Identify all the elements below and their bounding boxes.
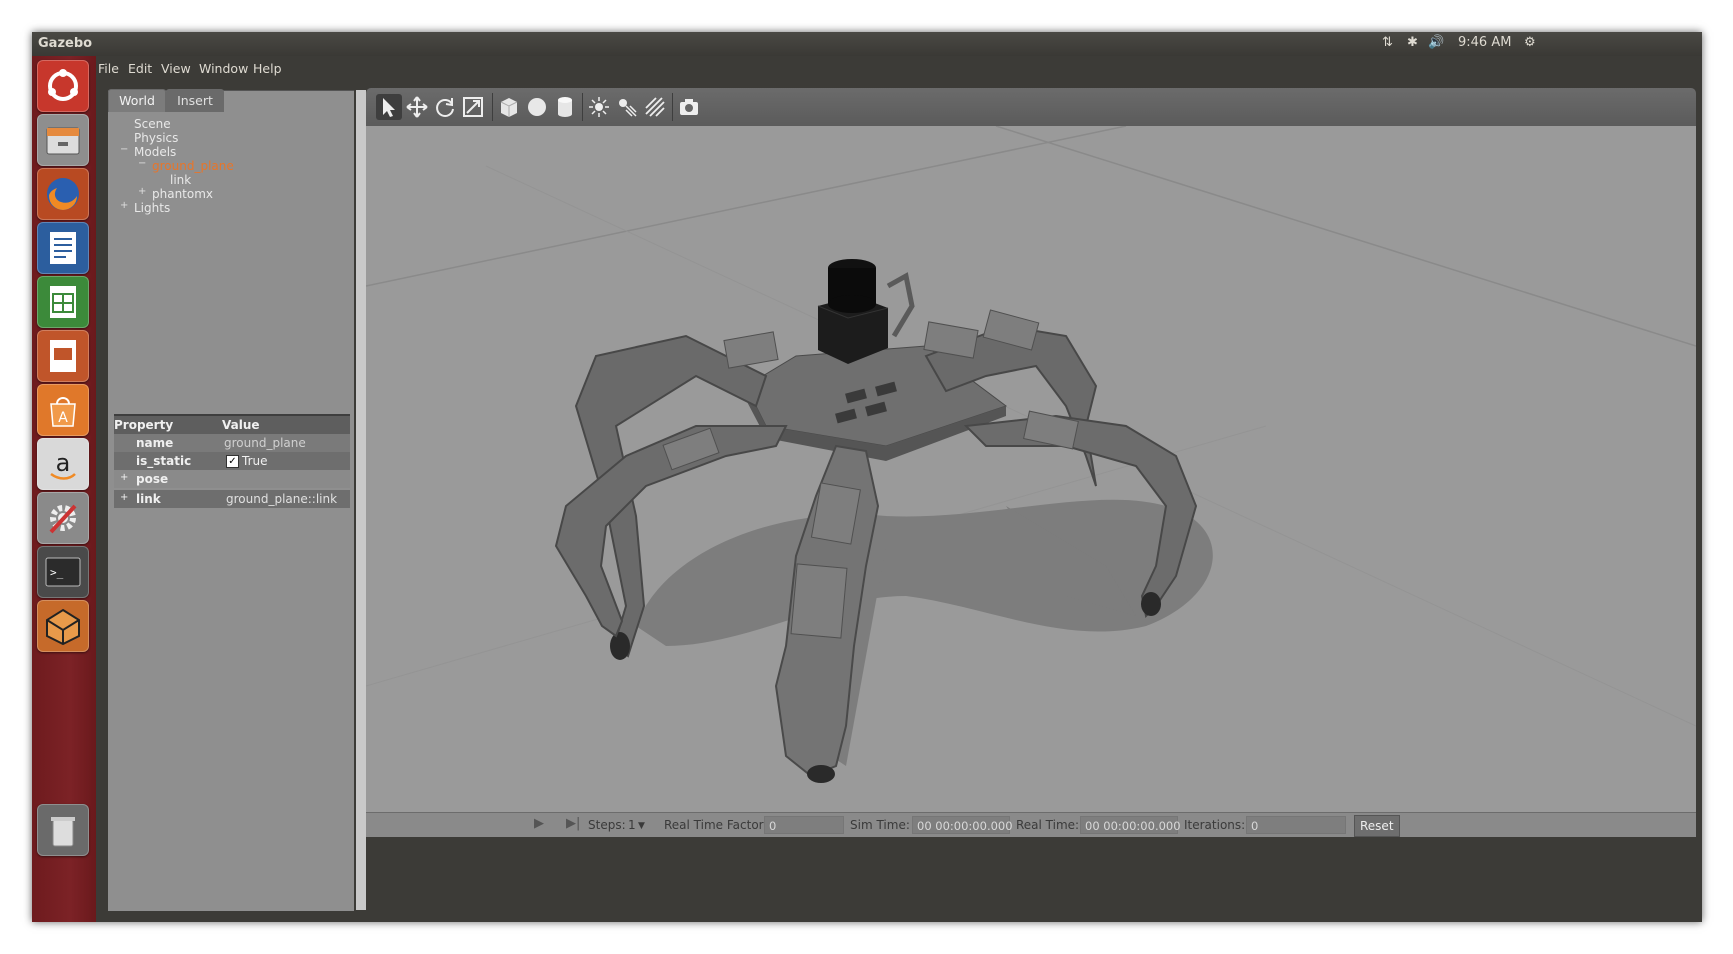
volume-icon[interactable]: 🔊 xyxy=(1428,35,1444,50)
tree-item-ground-plane[interactable]: ground_plane xyxy=(152,159,234,173)
property-header: Property Value xyxy=(114,414,350,434)
svg-text:>_: >_ xyxy=(50,566,64,579)
screenshot-icon[interactable] xyxy=(676,94,702,120)
tree-item-link[interactable]: link xyxy=(170,173,191,187)
clock[interactable]: 9:46 AM xyxy=(1458,35,1511,50)
tree-item-scene[interactable]: Scene xyxy=(134,117,171,131)
top-panel: Gazebo ⇅ ✱ 🔊 9:46 AM ⚙ xyxy=(32,32,1702,56)
firefox-icon[interactable] xyxy=(37,168,89,220)
is-static-checkbox[interactable]: ✓ xyxy=(226,455,239,468)
sim-time-field: 00 00:00:00.000 xyxy=(912,816,1013,834)
app-title: Gazebo xyxy=(38,36,93,51)
property-name: link xyxy=(136,492,161,506)
property-row[interactable]: name ground_plane xyxy=(114,434,350,452)
box-icon[interactable] xyxy=(496,94,522,120)
property-row[interactable]: is_static ✓ True xyxy=(114,452,350,470)
directional-light-icon[interactable] xyxy=(642,94,668,120)
sim-time-label: Sim Time: xyxy=(850,818,910,832)
render-toolbar xyxy=(366,88,1696,127)
tree-item-phantomx[interactable]: phantomx xyxy=(152,187,213,201)
gazebo-icon[interactable] xyxy=(37,600,89,652)
real-time-factor-field: 0 xyxy=(764,816,844,834)
trash-icon[interactable] xyxy=(37,804,89,856)
menu-help[interactable]: Help xyxy=(253,61,282,76)
property-row[interactable]: + pose xyxy=(114,470,350,488)
bluetooth-icon[interactable]: ✱ xyxy=(1407,35,1418,50)
property-name: pose xyxy=(136,472,169,486)
sphere-icon[interactable] xyxy=(524,94,550,120)
menu-window[interactable]: Window xyxy=(199,61,248,76)
steps-dropdown-icon[interactable]: ▼ xyxy=(638,821,645,831)
menu-bar: File Edit View Window Help xyxy=(96,56,1702,80)
menu-edit[interactable]: Edit xyxy=(128,61,152,76)
property-value: True xyxy=(242,454,268,468)
impress-icon[interactable] xyxy=(37,330,89,382)
rotate-icon[interactable] xyxy=(432,94,458,120)
amazon-icon[interactable]: a xyxy=(37,438,89,490)
expand-icon[interactable]: + xyxy=(138,186,146,197)
iterations-label: Iterations: xyxy=(1184,818,1246,832)
scene-render xyxy=(366,126,1696,783)
tree-item-models[interactable]: Models xyxy=(134,145,176,159)
property-name: name xyxy=(136,436,174,450)
robot-shadow xyxy=(636,499,1213,766)
select-arrow-icon[interactable] xyxy=(376,94,402,120)
terminal-icon[interactable]: >_ xyxy=(37,546,89,598)
translate-icon[interactable] xyxy=(404,94,430,120)
steps-label: Steps: xyxy=(588,818,626,832)
point-light-icon[interactable] xyxy=(586,94,612,120)
world-panel: World Insert Scene Physics − Models − gr… xyxy=(108,89,354,911)
real-time-label: Real Time: xyxy=(1016,818,1080,832)
tree-item-lights[interactable]: Lights xyxy=(134,201,170,215)
launcher: A a >_ xyxy=(32,56,96,922)
property-value: ground_plane::link xyxy=(226,492,338,506)
software-center-icon[interactable]: A xyxy=(37,384,89,436)
real-time-factor-label: Real Time Factor: xyxy=(664,818,768,832)
files-icon[interactable] xyxy=(37,114,89,166)
property-header-value: Value xyxy=(222,418,260,432)
ubuntu-dash-icon[interactable] xyxy=(37,60,89,112)
cylinder-icon[interactable] xyxy=(552,94,578,120)
play-icon[interactable]: ▶ xyxy=(534,816,544,831)
tab-insert[interactable]: Insert xyxy=(166,89,224,112)
toolbar-separator xyxy=(672,93,673,121)
calc-icon[interactable] xyxy=(37,276,89,328)
writer-icon[interactable] xyxy=(37,222,89,274)
expand-icon[interactable]: + xyxy=(120,492,128,503)
step-icon[interactable]: ▶| xyxy=(566,816,580,831)
collapse-icon[interactable]: − xyxy=(138,158,146,169)
expand-icon[interactable]: + xyxy=(120,200,128,211)
toolbar-separator xyxy=(582,93,583,121)
expand-icon[interactable]: + xyxy=(120,472,128,483)
power-gear-icon[interactable]: ⚙ xyxy=(1524,35,1536,50)
real-time-field: 00 00:00:00.000 xyxy=(1080,816,1181,834)
menu-view[interactable]: View xyxy=(161,61,191,76)
system-settings-icon[interactable] xyxy=(37,492,89,544)
network-icon[interactable]: ⇅ xyxy=(1382,35,1393,50)
property-value: ground_plane xyxy=(224,436,306,450)
status-bar: ▶ ▶| Steps: 1 ▼ Real Time Factor: 0 Sim … xyxy=(366,812,1696,837)
3d-viewport[interactable] xyxy=(366,126,1696,812)
reset-button[interactable]: Reset xyxy=(1354,815,1400,837)
scale-icon[interactable] xyxy=(460,94,486,120)
collapse-icon[interactable]: − xyxy=(120,144,128,155)
iterations-field: 0 xyxy=(1246,816,1346,834)
svg-text:A: A xyxy=(58,410,68,426)
property-row[interactable]: + link ground_plane::link xyxy=(114,490,350,508)
toolbar-separator xyxy=(492,93,493,121)
property-name: is_static xyxy=(136,454,192,468)
steps-value[interactable]: 1 xyxy=(628,818,636,832)
tree-item-physics[interactable]: Physics xyxy=(134,131,178,145)
tab-world[interactable]: World xyxy=(108,89,166,112)
panel-splitter[interactable] xyxy=(356,90,366,910)
spot-light-icon[interactable] xyxy=(614,94,640,120)
property-header-name: Property xyxy=(114,418,174,432)
svg-text:a: a xyxy=(56,449,71,477)
desktop-window: Gazebo ⇅ ✱ 🔊 9:46 AM ⚙ A a >_ File Edit … xyxy=(32,32,1702,922)
menu-file[interactable]: File xyxy=(98,61,119,76)
